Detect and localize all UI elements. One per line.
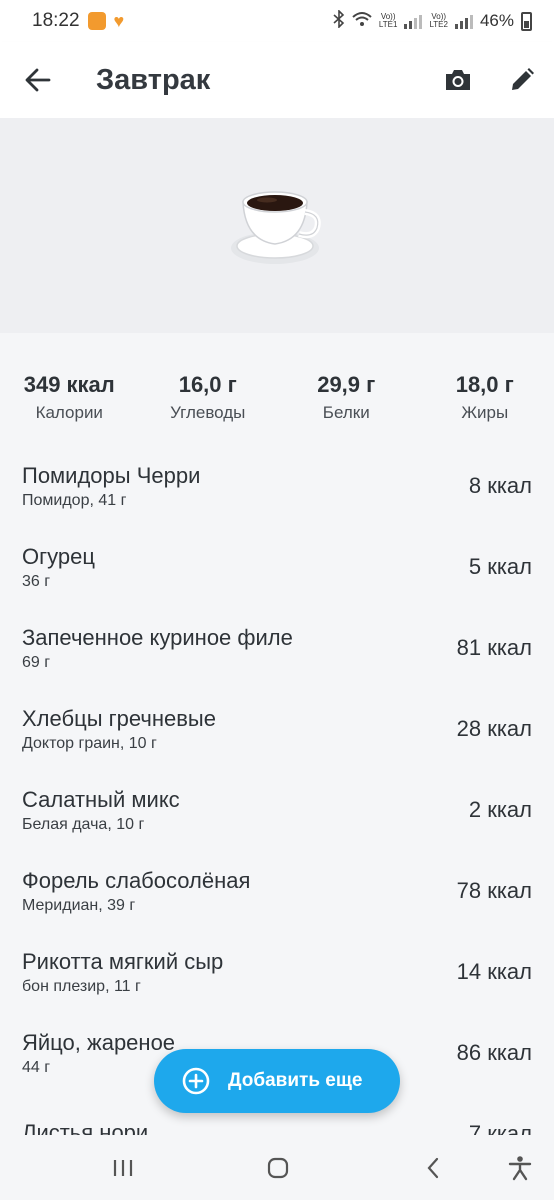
list-item[interactable]: Рикотта мягкий сыр бон плезир, 11 г 14 к… [0, 931, 554, 1012]
food-name: Помидоры Черри [22, 462, 201, 488]
macro-value: 349 ккал [23, 372, 115, 397]
food-details: Белая дача, 10 г [22, 815, 145, 833]
macro-value: 18,0 г [455, 372, 514, 397]
app-notification-icon [87, 12, 106, 30]
macro-value: 16,0 г [178, 372, 237, 397]
food-details: Меридиан, 39 г [22, 896, 136, 914]
food-kcal: 78 ккал [456, 877, 532, 903]
bluetooth-icon [333, 8, 345, 33]
signal-1-icon [404, 13, 423, 29]
macro-label: Углеводы [170, 403, 246, 422]
camera-button[interactable] [426, 42, 490, 118]
app-bar: Завтрак [0, 42, 554, 118]
back-button[interactable] [0, 42, 76, 118]
food-name: Листья нори [22, 1119, 149, 1136]
add-more-button[interactable]: Добавить еще [154, 1049, 400, 1113]
edit-button[interactable] [490, 42, 554, 118]
list-item[interactable]: Салатный микс Белая дача, 10 г 2 ккал [0, 769, 554, 850]
list-item[interactable]: Помидоры Черри Помидор, 41 г 8 ккал [0, 445, 554, 526]
food-name: Запеченное куриное филе [22, 624, 293, 650]
heart-notification-icon: ♥ [113, 11, 125, 31]
recents-icon [113, 1159, 133, 1176]
food-kcal: 81 ккал [456, 634, 532, 660]
food-kcal: 86 ккал [456, 1039, 532, 1065]
food-details: бон плезир, 11 г [22, 977, 141, 995]
macro-carbs: 16,0 г Углеводы [139, 372, 278, 423]
coffee-cup-icon [231, 190, 321, 264]
add-more-label: Добавить еще [228, 1070, 363, 1091]
page-title: Завтрак [96, 63, 211, 96]
signal-2-icon [454, 13, 473, 29]
food-kcal: 14 ккал [456, 958, 532, 984]
macro-calories: 349 ккал Калории [0, 372, 139, 423]
wifi-icon [352, 11, 372, 32]
macro-label: Белки [322, 403, 370, 422]
food-kcal: 7 ккал [468, 1120, 532, 1136]
nav-back-button[interactable] [403, 1135, 463, 1200]
macros-summary: 349 ккал Калории 16,0 г Углеводы 29,9 г … [0, 372, 554, 423]
food-list: Помидоры Черри Помидор, 41 г 8 ккал Огур… [0, 445, 554, 1136]
battery-percent: 46% [479, 11, 514, 30]
list-item[interactable]: Форель слабосолёная Меридиан, 39 г 78 кк… [0, 850, 554, 931]
macro-fat: 18,0 г Жиры [416, 372, 554, 423]
home-button[interactable] [248, 1135, 308, 1200]
accessibility-button[interactable] [490, 1135, 550, 1200]
recents-button[interactable] [93, 1135, 153, 1200]
food-details: 36 г [22, 572, 51, 590]
list-item[interactable]: Хлебцы гречневые Доктор граин, 10 г 28 к… [0, 688, 554, 769]
food-kcal: 28 ккал [456, 715, 532, 741]
status-bar: 18:22 ♥ Vo)) LTE1 Vo)) LTE2 46% [0, 0, 554, 42]
accessibility-icon [508, 1155, 532, 1180]
lte1-indicator: Vo)) LTE1 [378, 12, 398, 29]
camera-icon [446, 70, 470, 90]
food-name: Огурец [22, 543, 95, 569]
lte2-indicator: Vo)) LTE2 [429, 12, 448, 29]
status-time: 18:22 [32, 10, 80, 31]
macro-protein: 29,9 г Белки [277, 372, 416, 423]
meal-image[interactable] [0, 118, 554, 333]
system-nav-bar [0, 1135, 554, 1200]
macro-label: Калории [35, 403, 103, 422]
food-details: 69 г [22, 653, 51, 671]
battery-icon [521, 11, 532, 31]
macro-label: Жиры [461, 403, 509, 422]
list-item[interactable]: Огурец 36 г 5 ккал [0, 526, 554, 607]
food-name: Салатный микс [22, 786, 180, 812]
food-details: Доктор граин, 10 г [22, 734, 157, 752]
food-name: Хлебцы гречневые [22, 705, 216, 731]
pencil-icon [512, 68, 534, 90]
macro-value: 29,9 г [317, 372, 376, 397]
plus-circle-icon [182, 1067, 210, 1095]
food-kcal: 2 ккал [468, 796, 532, 822]
nav-back-icon [427, 1157, 439, 1178]
arrow-left-icon [25, 68, 51, 92]
list-item[interactable]: Запеченное куриное филе 69 г 81 ккал [0, 607, 554, 688]
food-name: Форель слабосолёная [22, 867, 251, 893]
food-name: Рикотта мягкий сыр [22, 948, 224, 974]
home-icon [267, 1157, 289, 1178]
food-details: Помидор, 41 г [22, 491, 127, 509]
food-kcal: 8 ккал [468, 472, 532, 498]
food-kcal: 5 ккал [468, 553, 532, 579]
